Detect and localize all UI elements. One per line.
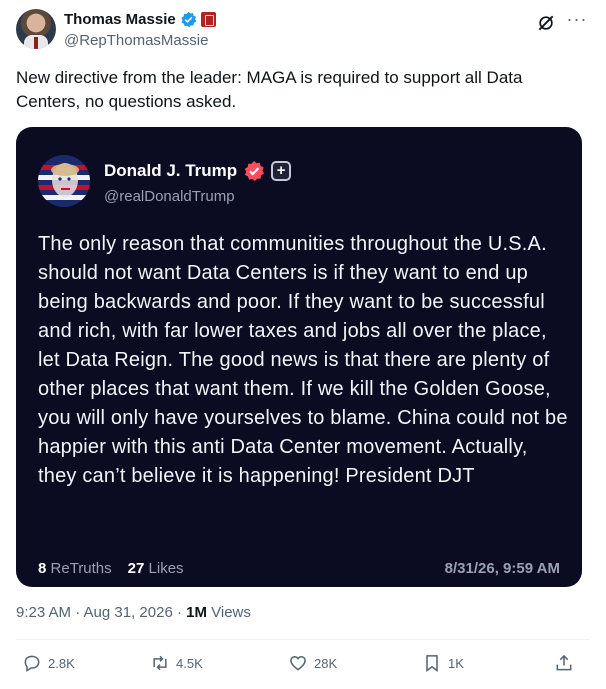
like-count: 28K	[314, 655, 338, 671]
bookmark-count: 1K	[448, 655, 464, 671]
quoted-name-row: Donald J. Trump +	[104, 160, 292, 182]
reply-button[interactable]: 2.8K	[22, 653, 75, 673]
bookmark-button[interactable]: 1K	[422, 653, 464, 673]
grok-icon[interactable]	[536, 13, 556, 33]
repost-count: 4.5K	[176, 655, 203, 671]
action-bar: 2.8K 4.5K 28K 1K	[16, 653, 590, 675]
verified-badge-icon	[181, 11, 196, 28]
quoted-author-avatar[interactable]	[38, 155, 90, 207]
share-button[interactable]	[554, 653, 574, 673]
post-timestamp[interactable]: 9:23 AM · Aug 31, 2026 ·	[16, 604, 186, 621]
reply-count: 2.8K	[48, 655, 75, 671]
divider	[16, 639, 590, 640]
post-meta: 9:23 AM · Aug 31, 2026 · 1M Views	[16, 604, 251, 621]
likes-stat: 27 Likes	[127, 560, 184, 577]
quoted-post-text: The only reason that communities through…	[38, 233, 568, 487]
government-badge-icon	[200, 12, 216, 27]
plus-badge-icon: +	[271, 161, 292, 181]
repost-button[interactable]: 4.5K	[150, 653, 203, 673]
quoted-post-card[interactable]: Donald J. Trump + @realDonaldTrump The o…	[16, 127, 582, 587]
bookmark-icon	[426, 655, 438, 672]
more-icon[interactable]: ···	[564, 10, 590, 31]
views-count: 1M	[186, 604, 207, 621]
quoted-author-name[interactable]: Donald J. Trump	[104, 161, 237, 181]
views-label: Views	[206, 604, 251, 621]
author-name[interactable]: Thomas Massie	[64, 11, 176, 28]
quoted-post-stats: 8 ReTruths 27 Likes	[38, 560, 184, 577]
like-icon	[290, 655, 306, 671]
tweet-text: New directive from the leader: MAGA is r…	[16, 68, 523, 111]
quoted-post-date: 8/31/26, 9:59 AM	[444, 560, 560, 577]
like-button[interactable]: 28K	[288, 653, 337, 673]
post-header: Thomas Massie @RepThomasMassie ···	[16, 9, 590, 53]
repost-icon	[153, 655, 167, 671]
author-avatar[interactable]	[16, 9, 56, 49]
retruths-stat: 8 ReTruths	[38, 560, 112, 577]
author-name-row: Thomas Massie	[64, 11, 216, 28]
author-handle[interactable]: @RepThomasMassie	[64, 32, 208, 49]
verified-badge-icon	[244, 161, 265, 181]
share-icon	[556, 654, 572, 671]
quoted-author-handle[interactable]: @realDonaldTrump	[104, 188, 235, 205]
reply-icon	[24, 655, 40, 672]
